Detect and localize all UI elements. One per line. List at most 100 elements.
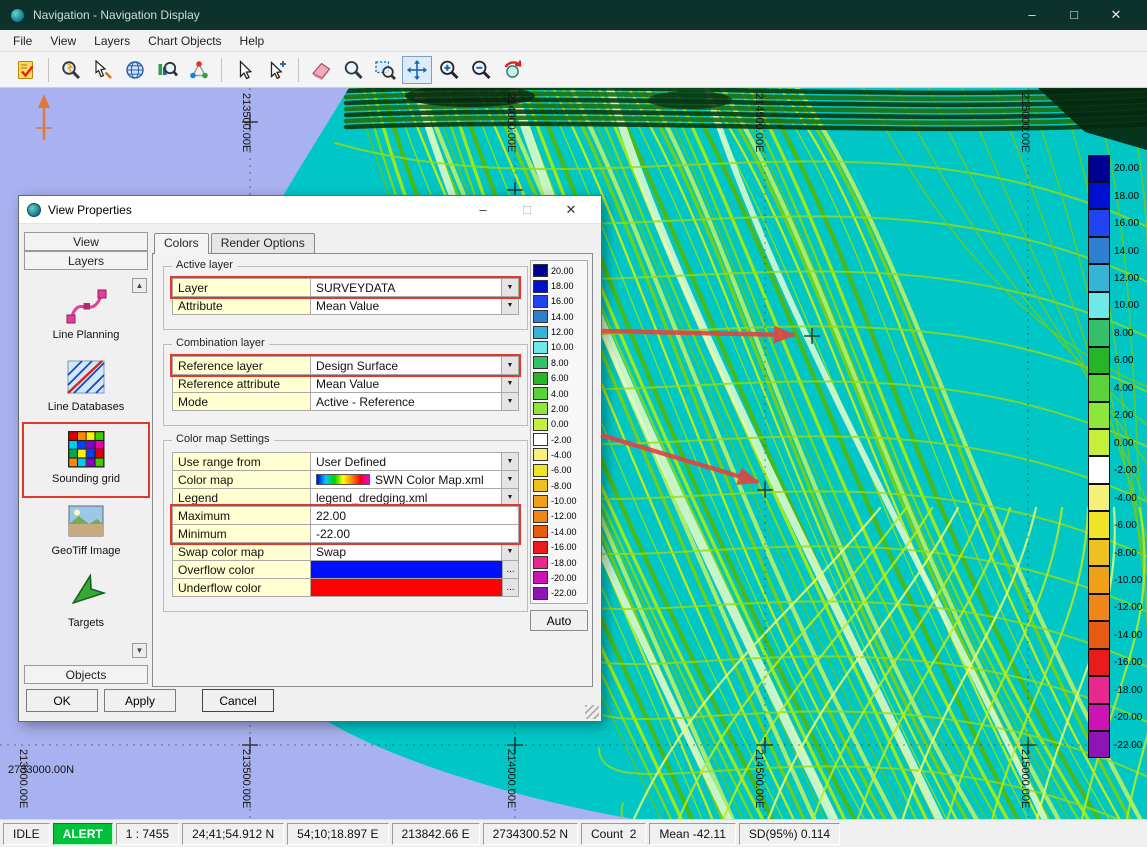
- color-picker-button[interactable]: ...: [502, 561, 518, 578]
- close-button[interactable]: ✕: [1095, 0, 1137, 30]
- menu-item-chart-objects[interactable]: Chart Objects: [139, 31, 230, 51]
- scale-swatch: [533, 264, 548, 277]
- zoom-flash-button[interactable]: [56, 56, 86, 84]
- legend-entry: -22.00: [1088, 732, 1146, 759]
- group-color-map-settings: Color map SettingsUse range fromUser Def…: [163, 440, 528, 612]
- dropdown-arrow[interactable]: ▼: [501, 279, 518, 296]
- field-label-minimum: Minimum: [173, 525, 311, 542]
- highlight-group: Maximum22.00Minimum-22.00: [172, 506, 519, 543]
- zoom-out-button[interactable]: [466, 56, 496, 84]
- legend-value: -22.00: [1114, 740, 1142, 751]
- field-value-swap-color-map[interactable]: Swap: [311, 543, 501, 560]
- tab-render-options[interactable]: Render Options: [211, 233, 315, 253]
- legend-value: -16.00: [1114, 657, 1142, 668]
- cancel-button[interactable]: Cancel: [202, 689, 274, 712]
- pointer-edit-button[interactable]: [88, 56, 118, 84]
- objects-button[interactable]: Objects: [24, 665, 148, 684]
- ok-button[interactable]: OK: [26, 689, 98, 712]
- scroll-down-button[interactable]: ▼: [132, 643, 147, 658]
- legend-swatch: [1088, 402, 1110, 429]
- field-value-color-map[interactable]: SWN Color Map.xml: [311, 471, 501, 488]
- dropdown-arrow[interactable]: ▼: [501, 471, 518, 488]
- field-row-minimum: Minimum-22.00: [172, 524, 519, 543]
- color-picker-button[interactable]: ...: [502, 579, 518, 596]
- sounding-grid-icon: [64, 427, 108, 471]
- scale-entry: -20.00: [533, 570, 585, 585]
- grid-label-213000-00e: 213000.00E: [17, 749, 29, 808]
- dropdown-arrow[interactable]: ▼: [501, 543, 518, 560]
- sidebar-item-line-planning[interactable]: Line Planning: [24, 280, 148, 352]
- field-row-underflow-color: Underflow color...: [172, 578, 519, 597]
- field-value-underflow-color[interactable]: [311, 579, 502, 596]
- scale-value: 16.00: [551, 296, 574, 306]
- resize-grip[interactable]: [585, 705, 599, 719]
- field-value-layer[interactable]: SURVEYDATA: [311, 279, 501, 296]
- dropdown-arrow[interactable]: ▼: [501, 393, 518, 410]
- dropdown-arrow[interactable]: ▼: [501, 375, 518, 392]
- scale-value: 12.00: [551, 327, 574, 337]
- dropdown-arrow[interactable]: ▼: [501, 489, 518, 506]
- grid-label-214500-00e: 214500.00E: [753, 93, 765, 152]
- sidebar-item-targets[interactable]: Targets: [24, 568, 148, 640]
- field-value-attribute[interactable]: Mean Value: [311, 297, 501, 314]
- legend-entry: -12.00: [1088, 594, 1146, 621]
- globe-button[interactable]: [120, 56, 150, 84]
- field-value-minimum[interactable]: -22.00: [311, 525, 518, 542]
- legend-swatch: [1088, 704, 1110, 731]
- field-value-overflow-color[interactable]: [311, 561, 502, 578]
- status-idle: IDLE: [3, 823, 50, 845]
- legend-swatch: [1088, 566, 1110, 593]
- field-value-use-range-from[interactable]: User Defined: [311, 453, 501, 470]
- maximize-button[interactable]: □: [1053, 0, 1095, 30]
- field-value-reference-attribute[interactable]: Mean Value: [311, 375, 501, 392]
- refresh-button[interactable]: [498, 56, 528, 84]
- scale-entry: -18.00: [533, 555, 585, 570]
- zoom-area-button[interactable]: [370, 56, 400, 84]
- scale-value: 18.00: [551, 281, 574, 291]
- verify-button[interactable]: [11, 56, 41, 84]
- dialog-close-button[interactable]: ✕: [549, 196, 593, 224]
- zoom-lens-button[interactable]: [338, 56, 368, 84]
- field-row-attribute: AttributeMean Value▼: [172, 296, 519, 315]
- view-button[interactable]: View: [24, 232, 148, 251]
- toolbar-separator: [298, 58, 299, 82]
- field-value-reference-layer[interactable]: Design Surface: [311, 357, 501, 374]
- field-value-maximum[interactable]: 22.00: [311, 507, 518, 524]
- menu-item-layers[interactable]: Layers: [85, 31, 139, 51]
- field-value-legend[interactable]: legend_dredging.xml: [311, 489, 501, 506]
- legend-value: 14.00: [1114, 246, 1139, 257]
- menu-item-view[interactable]: View: [41, 31, 85, 51]
- legend-value: -12.00: [1114, 602, 1142, 613]
- apply-button[interactable]: Apply: [104, 689, 176, 712]
- auto-button[interactable]: Auto: [530, 610, 588, 631]
- menu-item-file[interactable]: File: [4, 31, 41, 51]
- scale-swatch: [533, 587, 548, 600]
- dialog-minimize-button[interactable]: –: [461, 196, 505, 224]
- field-label-reference-attribute: Reference attribute: [173, 375, 311, 392]
- zoom-chart-button[interactable]: [152, 56, 182, 84]
- dialog-maximize-button[interactable]: □: [505, 196, 549, 224]
- pan-button[interactable]: [402, 56, 432, 84]
- network-button[interactable]: [184, 56, 214, 84]
- legend-swatch: [1088, 456, 1110, 483]
- sidebar-item-geotiff-image[interactable]: GeoTiff Image: [24, 496, 148, 568]
- zoom-in-button[interactable]: [434, 56, 464, 84]
- dropdown-arrow[interactable]: ▼: [501, 357, 518, 374]
- field-value-mode[interactable]: Active - Reference: [311, 393, 501, 410]
- minimize-button[interactable]: –: [1011, 0, 1053, 30]
- tab-colors[interactable]: Colors: [154, 233, 209, 254]
- dialog-title-bar[interactable]: View Properties – □ ✕: [19, 196, 601, 224]
- cursor-plus-button[interactable]: [261, 56, 291, 84]
- dropdown-arrow[interactable]: ▼: [501, 297, 518, 314]
- eraser-button[interactable]: [306, 56, 336, 84]
- layers-button[interactable]: Layers: [24, 251, 148, 270]
- dropdown-arrow[interactable]: ▼: [501, 453, 518, 470]
- legend-swatch: [1088, 511, 1110, 538]
- scroll-up-button[interactable]: ▲: [132, 278, 147, 293]
- sidebar-item-sounding-grid[interactable]: Sounding grid: [24, 424, 148, 496]
- cursor-button[interactable]: [229, 56, 259, 84]
- menu-item-help[interactable]: Help: [231, 31, 274, 51]
- sidebar-item-line-databases[interactable]: Line Databases: [24, 352, 148, 424]
- legend-value: 6.00: [1114, 355, 1133, 366]
- legend-value: -6.00: [1114, 520, 1137, 531]
